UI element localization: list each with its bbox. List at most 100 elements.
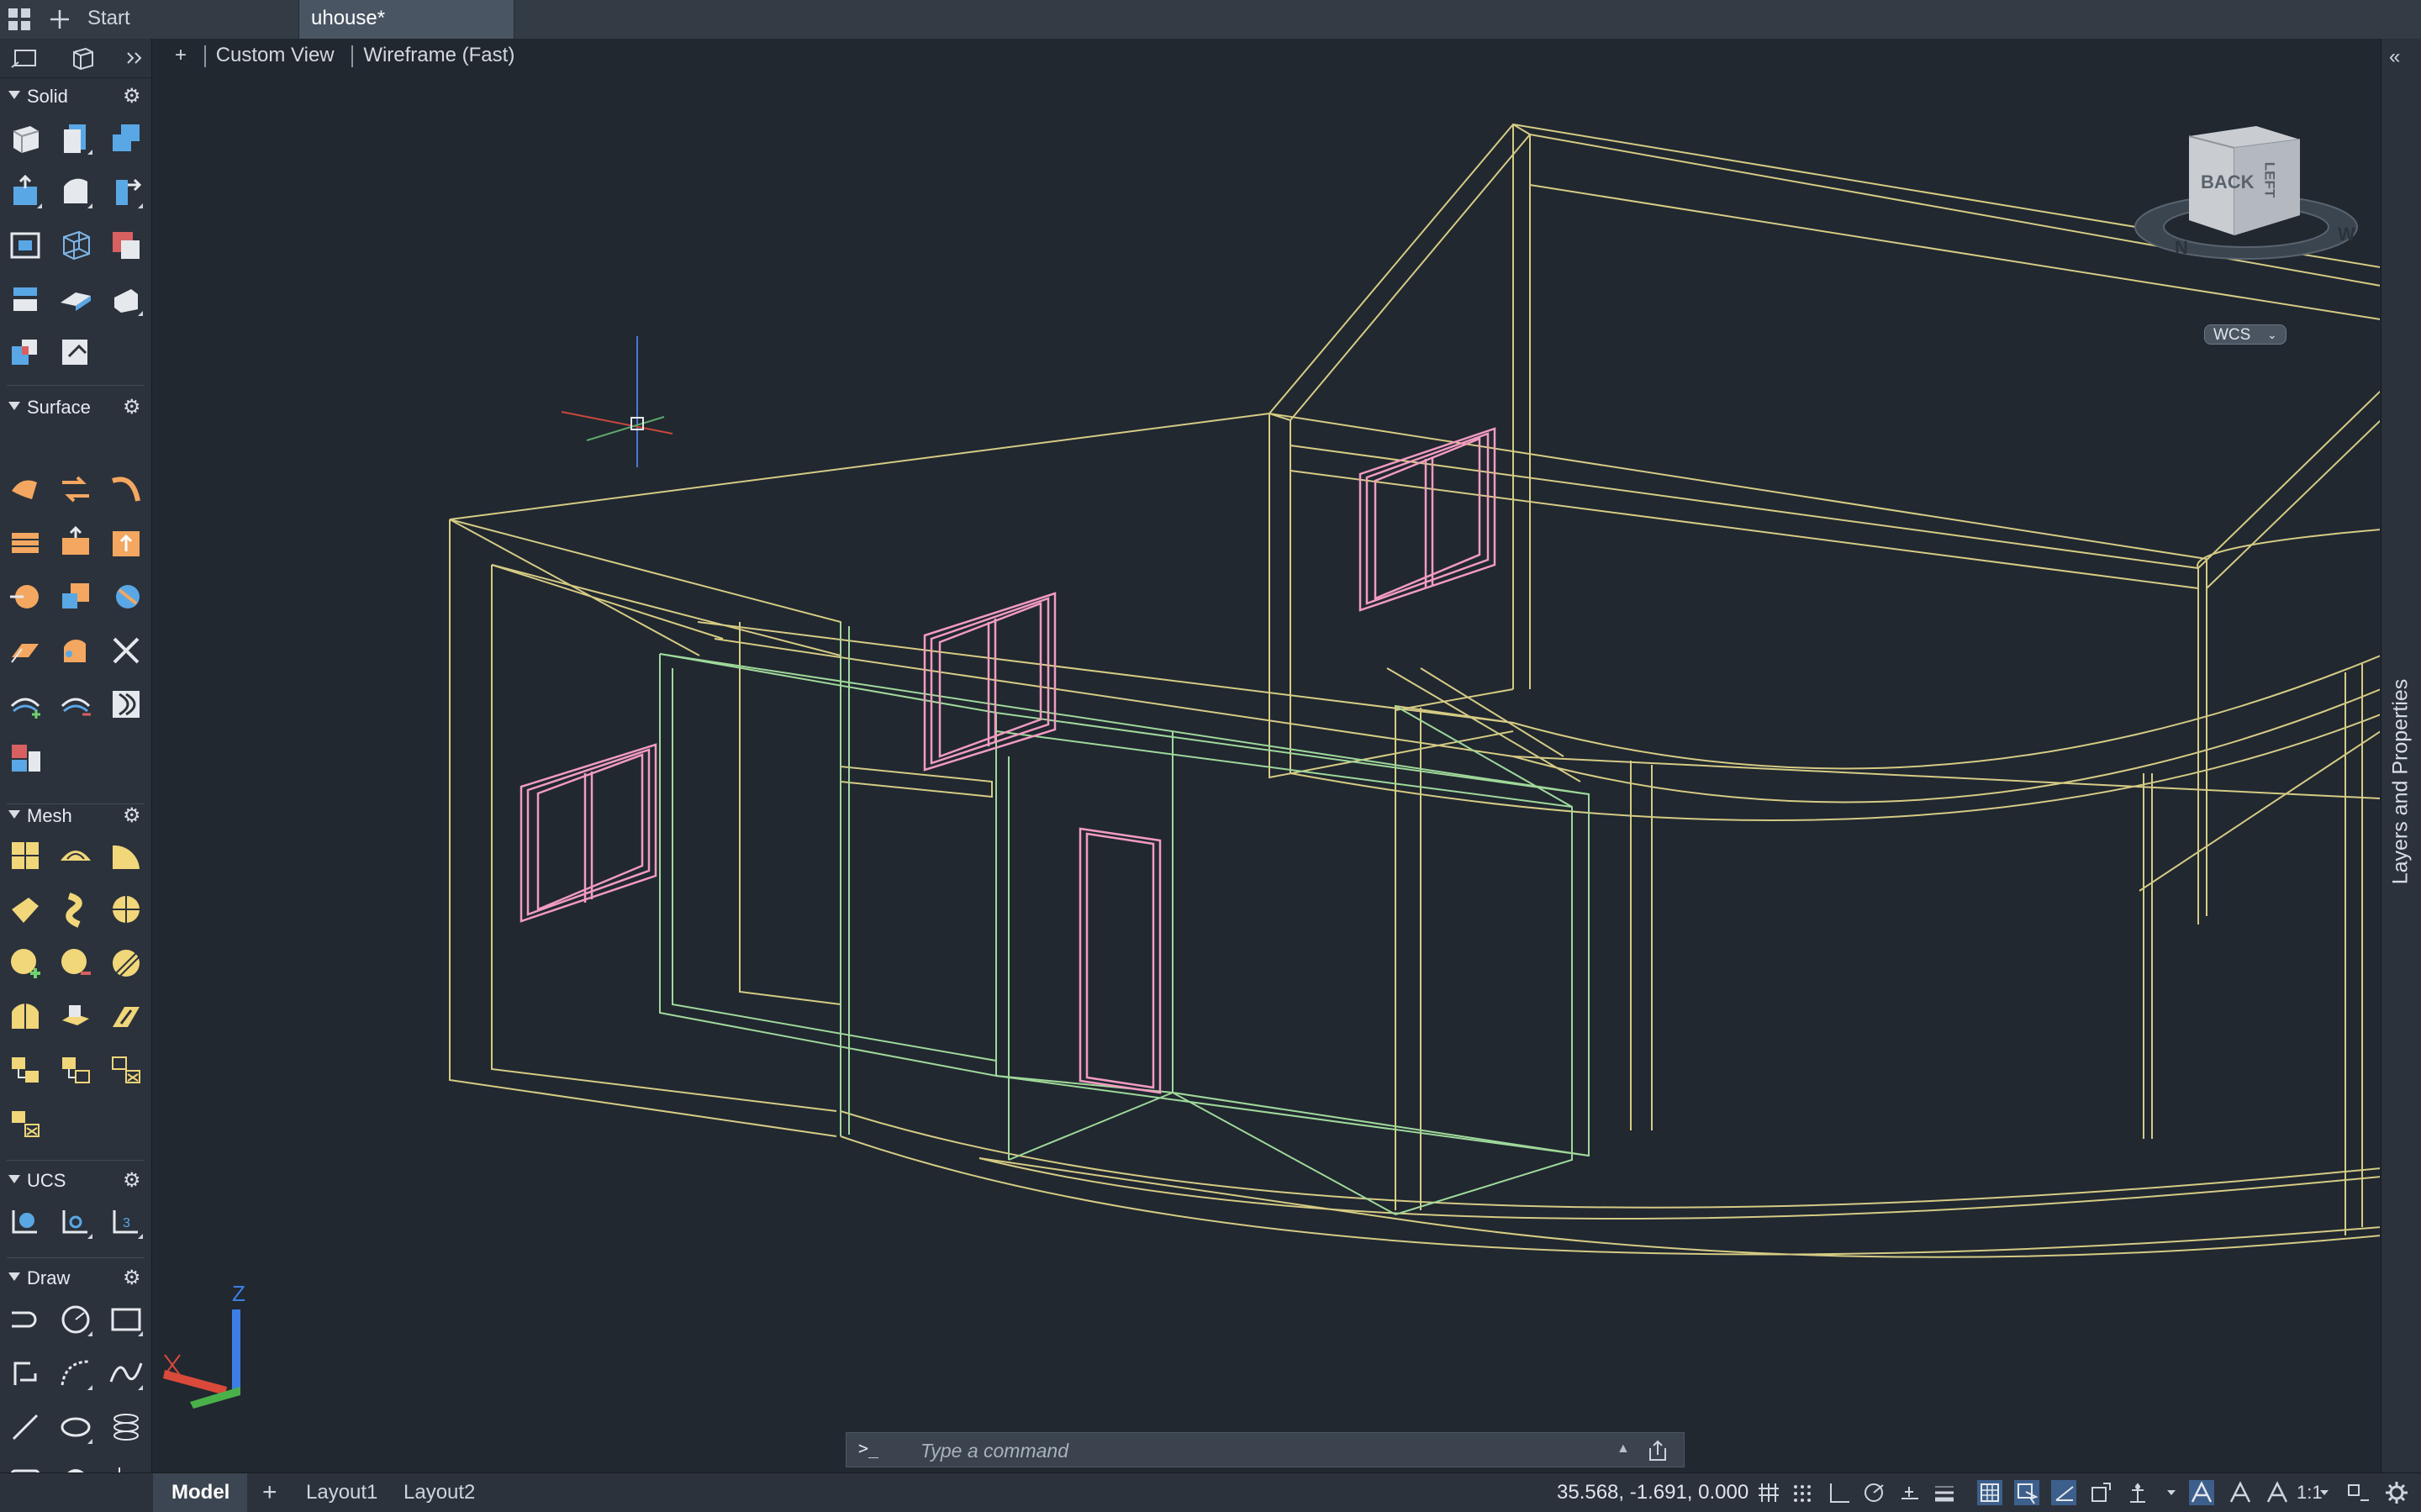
extrude-tool-icon[interactable] bbox=[57, 119, 94, 156]
ucs-origin-tool-icon[interactable] bbox=[57, 1204, 94, 1241]
surface-tools-icon[interactable] bbox=[108, 632, 145, 669]
drawing-viewport[interactable]: BACK LEFT N W Z bbox=[152, 39, 2380, 1472]
transparency-icon[interactable] bbox=[1977, 1480, 2002, 1505]
section-plane-tool-icon[interactable] bbox=[7, 227, 44, 264]
slice-tool-icon[interactable] bbox=[7, 281, 44, 318]
mesh-slice-tool-icon[interactable] bbox=[108, 998, 145, 1035]
grid-icon[interactable] bbox=[1755, 1480, 1780, 1505]
section-mesh[interactable]: Mesh ⚙ bbox=[0, 800, 151, 832]
compass-west-label[interactable]: W bbox=[2338, 224, 2355, 245]
visual-style-button[interactable]: Wireframe (Fast) bbox=[363, 44, 514, 66]
surface-extend-tool-icon[interactable] bbox=[108, 524, 145, 561]
mesh-add-face-tool-icon[interactable] bbox=[7, 945, 44, 982]
ellipse-tool-icon[interactable] bbox=[57, 1409, 94, 1446]
add-layout-plus-icon[interactable]: + bbox=[262, 1473, 277, 1512]
interfere-tool-icon[interactable] bbox=[7, 335, 44, 371]
collapse-triangle-icon[interactable] bbox=[8, 402, 20, 410]
dropdown-arrow-icon[interactable] bbox=[2159, 1480, 2184, 1505]
tab-uhouse[interactable]: uhouse* bbox=[299, 0, 514, 39]
surface-trim-tool-icon[interactable] bbox=[57, 578, 94, 615]
surface-cv-tool-icon[interactable] bbox=[57, 632, 94, 669]
annotation-scale-icon[interactable] bbox=[2125, 1480, 2150, 1505]
gear-icon[interactable]: ⚙ bbox=[123, 1266, 141, 1290]
surface-untrim-tool-icon[interactable] bbox=[108, 578, 145, 615]
mesh-convert-surface-tool-icon[interactable] bbox=[57, 1052, 94, 1089]
viewcube-left-label[interactable]: LEFT bbox=[2260, 162, 2277, 198]
subtract-tool-icon[interactable] bbox=[108, 227, 145, 264]
line-tool-icon[interactable] bbox=[7, 1409, 44, 1446]
lineweight-icon[interactable] bbox=[1932, 1480, 1957, 1505]
collapse-triangle-icon[interactable] bbox=[8, 810, 20, 819]
workspace-icon[interactable] bbox=[2345, 1480, 2371, 1505]
view-name-button[interactable]: Custom View bbox=[216, 44, 335, 66]
ucs-world-tool-icon[interactable] bbox=[7, 1204, 44, 1241]
compass-north-label[interactable]: N bbox=[2175, 237, 2188, 259]
app-menu-icon[interactable] bbox=[7, 7, 32, 32]
command-history-up-icon[interactable]: ▲ bbox=[1617, 1441, 1630, 1457]
share-icon[interactable] bbox=[1645, 1438, 1670, 1463]
gear-icon[interactable]: ⚙ bbox=[123, 803, 141, 828]
auto-scale-icon[interactable] bbox=[2228, 1480, 2253, 1505]
mesh-split-tool-icon[interactable] bbox=[7, 998, 44, 1035]
mesh-remove-face-tool-icon[interactable] bbox=[57, 945, 94, 982]
wireframe-house-model[interactable] bbox=[152, 39, 2380, 1472]
expand-palette-icon[interactable] bbox=[121, 45, 151, 71]
section-solid[interactable]: Solid ⚙ bbox=[0, 81, 151, 113]
new-tab-plus-icon[interactable] bbox=[47, 7, 72, 32]
mesh-tabulated-tool-icon[interactable] bbox=[57, 891, 94, 928]
tab-model[interactable]: Model bbox=[153, 1473, 247, 1512]
annotation-monitor-icon[interactable] bbox=[2088, 1480, 2113, 1505]
tab-layout1[interactable]: Layout1 bbox=[306, 1473, 377, 1512]
collapse-triangle-icon[interactable] bbox=[8, 1175, 20, 1183]
mesh-smooth-tool-icon[interactable] bbox=[57, 837, 94, 874]
surface-blend-tool-icon[interactable] bbox=[57, 471, 94, 508]
dynamic-ucs-icon[interactable] bbox=[2051, 1480, 2076, 1505]
gear-icon[interactable]: ⚙ bbox=[123, 84, 141, 108]
presspull-tool-icon[interactable] bbox=[7, 173, 44, 210]
surface-fillet-tool-icon[interactable] bbox=[108, 471, 145, 508]
surface-patch-tool-icon[interactable] bbox=[57, 524, 94, 561]
spiral-tool-icon[interactable] bbox=[108, 1409, 145, 1446]
gear-icon[interactable]: ⚙ bbox=[123, 395, 141, 419]
mesh-sphere-tool-icon[interactable] bbox=[108, 891, 145, 928]
extract-edges-tool-icon[interactable] bbox=[57, 335, 94, 371]
dropdown-arrow-icon[interactable] bbox=[2312, 1480, 2337, 1505]
wireframe-tool-icon[interactable] bbox=[57, 227, 94, 264]
annotation-scale-current-icon[interactable] bbox=[2265, 1480, 2290, 1505]
collapse-triangle-icon[interactable] bbox=[8, 1272, 20, 1281]
remove-cv-tool-icon[interactable] bbox=[57, 686, 94, 723]
tab-layout2[interactable]: Layout2 bbox=[404, 1473, 475, 1512]
snap-icon[interactable] bbox=[1791, 1480, 1816, 1505]
2d-view-icon[interactable] bbox=[10, 45, 40, 71]
mesh-extrude-face-tool-icon[interactable] bbox=[57, 998, 94, 1035]
helix-tool-icon[interactable] bbox=[7, 1355, 44, 1392]
command-prompt-icon[interactable]: >_ bbox=[858, 1438, 878, 1458]
box-tool-icon[interactable] bbox=[7, 119, 44, 156]
mesh-convert-solid-tool-icon[interactable] bbox=[7, 1052, 44, 1089]
spline-tool-icon[interactable] bbox=[108, 1355, 145, 1392]
shell-tool-icon[interactable] bbox=[108, 281, 145, 318]
collapse-panel-icon[interactable]: « bbox=[2389, 45, 2400, 69]
arc-tool-icon[interactable] bbox=[57, 1355, 94, 1392]
annotation-visibility-icon[interactable] bbox=[2189, 1480, 2214, 1505]
surface-sculpt-tool-icon[interactable] bbox=[7, 578, 44, 615]
ortho-icon[interactable] bbox=[1826, 1480, 1851, 1505]
viewcube-back-label[interactable]: BACK bbox=[2201, 171, 2255, 193]
gear-icon[interactable] bbox=[2384, 1480, 2409, 1505]
section-draw[interactable]: Draw ⚙ bbox=[0, 1262, 151, 1294]
mesh-revolve-tool-icon[interactable] bbox=[108, 837, 145, 874]
rectangle-tool-icon[interactable] bbox=[108, 1301, 145, 1338]
gear-icon[interactable]: ⚙ bbox=[123, 1168, 141, 1193]
thicken-tool-icon[interactable] bbox=[57, 281, 94, 318]
3d-view-icon[interactable] bbox=[67, 45, 98, 71]
selection-cycling-icon[interactable] bbox=[2014, 1480, 2039, 1505]
circle-tool-icon[interactable] bbox=[57, 1301, 94, 1338]
section-ucs[interactable]: UCS ⚙ bbox=[0, 1165, 151, 1197]
add-cv-tool-icon[interactable] bbox=[7, 686, 44, 723]
layers-properties-panel-tab[interactable]: Layers and Properties bbox=[2381, 656, 2421, 908]
ucs-3point-tool-icon[interactable]: 3 bbox=[108, 1204, 145, 1241]
section-surface[interactable]: Surface ⚙ bbox=[0, 392, 151, 424]
mesh-edge-tool-icon[interactable] bbox=[7, 891, 44, 928]
revolve-tool-icon[interactable] bbox=[57, 173, 94, 210]
tab-start[interactable]: Start bbox=[76, 0, 299, 39]
